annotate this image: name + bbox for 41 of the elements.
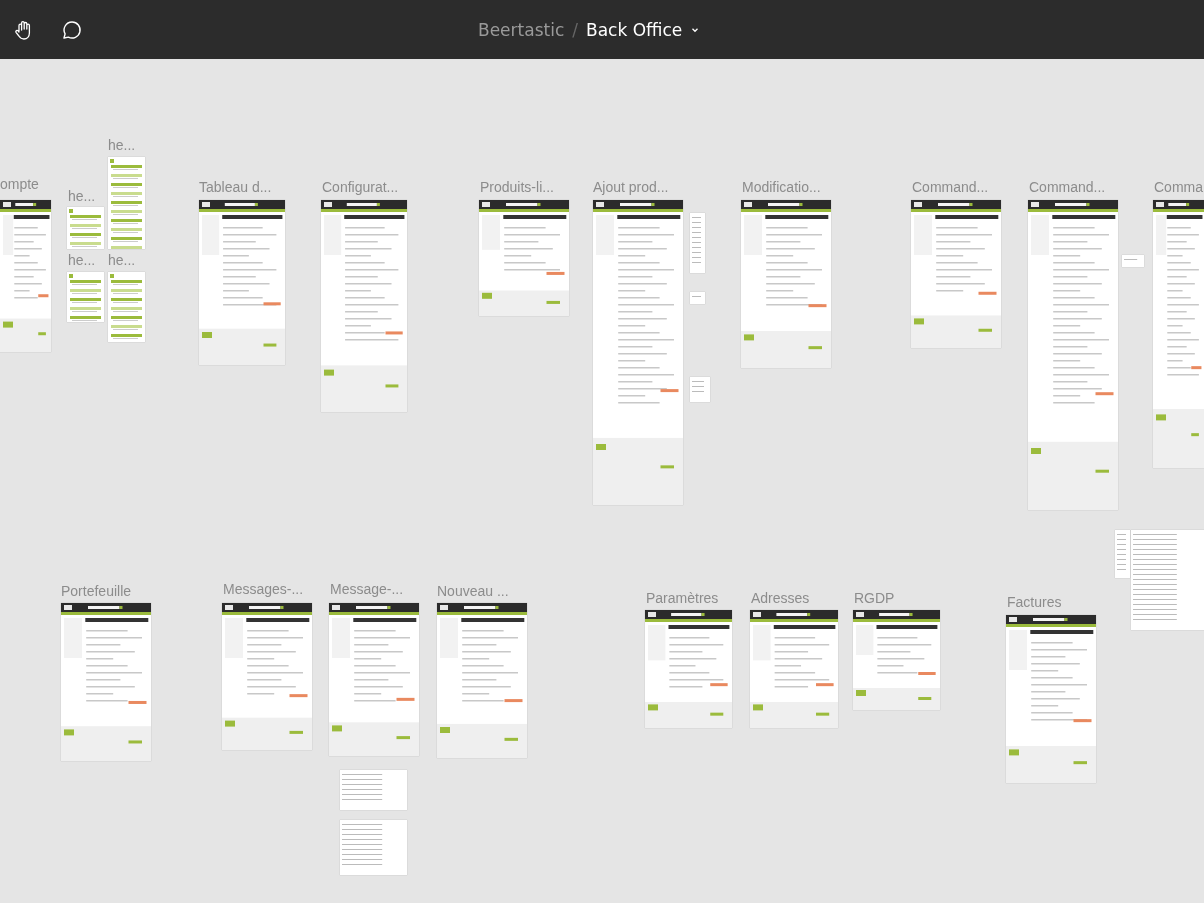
frame-label[interactable]: Produits-li... (480, 179, 554, 195)
page-mockup-drawing[interactable] (645, 610, 732, 728)
frame-label[interactable]: Command... (912, 179, 989, 195)
frame-label[interactable]: Comma (1154, 179, 1203, 195)
page-mockup-drawing[interactable] (853, 610, 940, 710)
page-mockup-drawing[interactable] (1006, 615, 1096, 783)
page-mockup-drawing[interactable] (321, 200, 407, 412)
frame-label[interactable]: Paramètres (646, 590, 719, 606)
page-mockup-drawing[interactable] (0, 200, 51, 352)
frame-label[interactable]: Modificatio... (742, 179, 821, 195)
frame-label[interactable]: Adresses (751, 590, 810, 606)
frame-label[interactable]: he... (68, 252, 96, 268)
frame-label[interactable]: Configurat... (322, 179, 399, 195)
page-mockup-drawing[interactable] (479, 200, 569, 316)
frame-label[interactable]: Tableau d... (199, 179, 272, 195)
frame-label[interactable]: ompte (0, 176, 39, 192)
page-mockup-drawing[interactable] (199, 200, 285, 365)
frame-label[interactable]: Messages-... (223, 581, 304, 597)
page-mockup-drawing[interactable] (593, 200, 683, 505)
frame-label[interactable]: RGDP (854, 590, 895, 606)
page-selector[interactable]: Back Office (586, 19, 701, 40)
frame-label[interactable]: Portefeuille (61, 583, 132, 599)
page-mockup-drawing[interactable] (329, 603, 419, 756)
page-mockup-drawing[interactable] (911, 200, 1001, 348)
frame-label[interactable]: Message-... (330, 581, 404, 597)
page-mockup-drawing[interactable] (750, 610, 838, 728)
page-mockup-drawing[interactable] (1028, 200, 1118, 510)
page-mockup-drawing[interactable] (61, 603, 151, 761)
frame-label[interactable]: Ajout prod... (593, 179, 669, 195)
page-mockup-drawing[interactable] (741, 200, 831, 368)
frame-label[interactable]: he... (68, 188, 96, 204)
frame-label[interactable]: Nouveau ... (437, 583, 509, 599)
breadcrumb-separator: / (572, 19, 578, 40)
page-mockup-drawing[interactable] (222, 603, 312, 750)
frame-label[interactable]: he... (108, 137, 136, 153)
page-mockup-drawing[interactable] (437, 603, 527, 758)
frame-label[interactable]: Command... (1029, 179, 1106, 195)
frame-label[interactable]: he... (108, 252, 136, 268)
frame-label[interactable]: Factures (1007, 594, 1062, 610)
page-mockup-drawing[interactable] (1153, 200, 1204, 468)
project-name[interactable]: Beertastic (478, 19, 565, 40)
